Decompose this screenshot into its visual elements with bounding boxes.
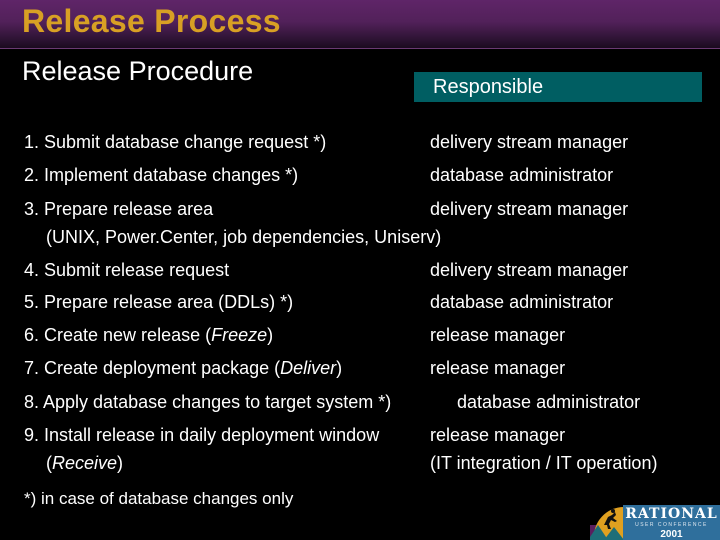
responsible-5: database administrator: [430, 292, 614, 312]
footnote: *) in case of database changes only: [24, 489, 294, 508]
responsible-6: release manager: [430, 325, 566, 345]
responsible-7: release manager: [430, 358, 566, 378]
responsible-9-detail: (IT integration / IT operation): [430, 453, 658, 473]
step-9: 9. Install release in daily deployment w…: [24, 425, 380, 445]
step-7-text: 7. Create deployment package (: [24, 358, 281, 378]
logo-line2: USER CONFERENCE: [635, 522, 708, 528]
responsible-9: release manager: [430, 425, 566, 445]
responsible-8: database administrator: [457, 392, 641, 412]
step-1: 1. Submit database change request *): [24, 132, 327, 152]
step-7-italic: Deliver: [280, 358, 337, 378]
logo-line1: RATIONAL: [625, 506, 718, 522]
responsible-3: delivery stream manager: [430, 199, 629, 219]
climber-sun-icon: [590, 506, 626, 540]
responsible-header-label: Responsible: [433, 76, 544, 98]
step-9-detail-suffix: ): [117, 453, 124, 473]
step-5: 5. Prepare release area (DDLs) *): [24, 292, 294, 312]
step-7: 7. Create deployment package (Deliver): [24, 358, 342, 379]
step-3: 3. Prepare release area: [24, 199, 214, 219]
header-divider: [0, 48, 720, 49]
slide-subtitle: Release Procedure: [22, 56, 254, 86]
slide-title: Release Process: [22, 3, 281, 39]
step-6-italic: Freeze: [211, 325, 268, 345]
responsible-1: delivery stream manager: [430, 132, 629, 152]
step-9-detail-italic: Receive: [52, 453, 118, 473]
step-3-detail: (UNIX, Power.Center, job dependencies, U…: [46, 227, 442, 247]
step-9-detail: (Receive): [46, 453, 123, 474]
step-7-suffix: ): [336, 358, 343, 378]
step-6-text: 6. Create new release (: [24, 325, 212, 345]
logo-box: RATIONAL USER CONFERENCE 2001: [623, 505, 720, 540]
step-4: 4. Submit release request: [24, 260, 230, 280]
responsible-2: database administrator: [430, 165, 614, 185]
logo-line3: 2001: [660, 529, 683, 540]
step-6-suffix: ): [267, 325, 274, 345]
step-6: 6. Create new release (Freeze): [24, 325, 273, 346]
step-2: 2. Implement database changes *): [24, 165, 299, 185]
rational-conference-logo: RATIONAL USER CONFERENCE 2001: [590, 503, 720, 540]
responsible-4: delivery stream manager: [430, 260, 629, 280]
responsible-header-box: Responsible: [414, 72, 702, 102]
step-8: 8. Apply database changes to target syst…: [24, 392, 392, 412]
